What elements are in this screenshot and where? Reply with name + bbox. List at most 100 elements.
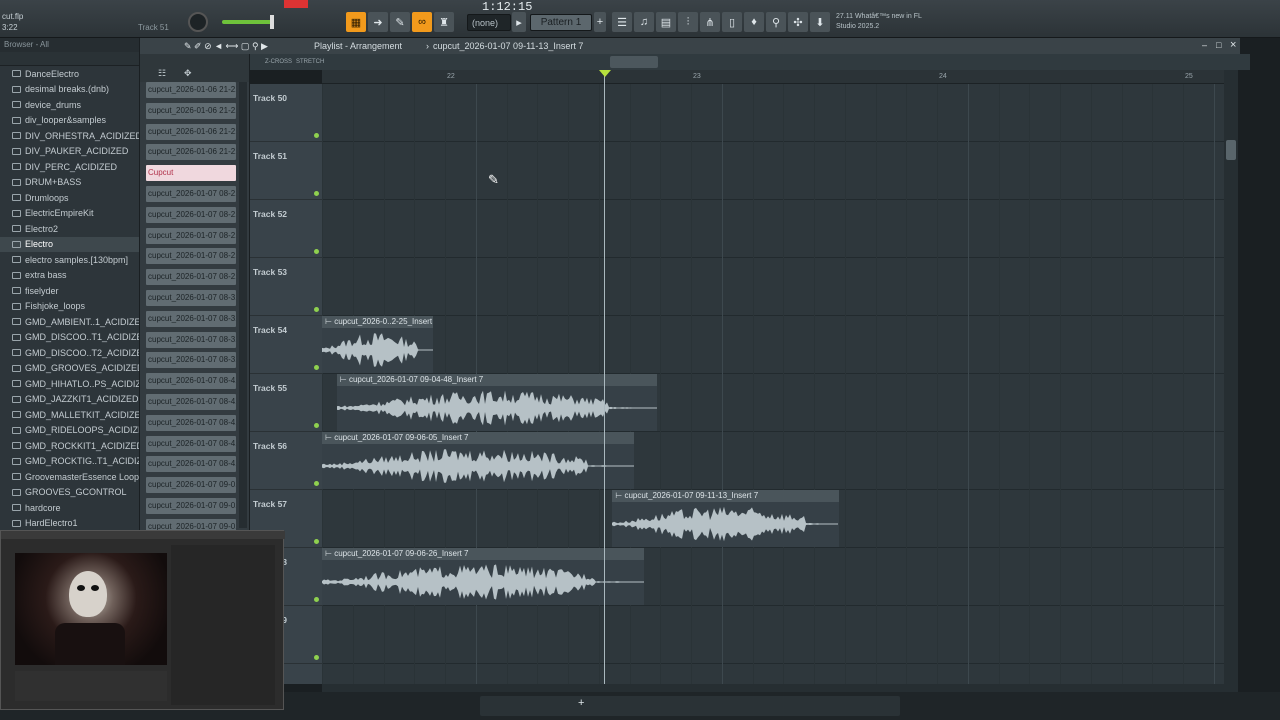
file-icon[interactable]: ▯: [722, 12, 742, 32]
picker-clip[interactable]: cupcut_2026-01-07 08-2..: [146, 227, 236, 244]
picker-clip[interactable]: cupcut_2026-01-06 21-2..: [146, 144, 236, 161]
mic-icon[interactable]: ⚲: [766, 12, 786, 32]
track-led-icon[interactable]: [314, 481, 319, 486]
track-led-icon[interactable]: [314, 597, 319, 602]
mixer-icon[interactable]: ⫶: [678, 12, 698, 32]
browser-folder[interactable]: DanceElectro: [0, 66, 139, 82]
snap-select[interactable]: (none): [467, 14, 511, 31]
browser-folder[interactable]: DIV_PERC_ACIDIZED: [0, 159, 139, 175]
playhead-marker-icon[interactable]: [599, 70, 611, 77]
vertical-scroll-thumb[interactable]: [1226, 140, 1236, 160]
audio-clip[interactable]: ⊢ cupcut_2026-0..2-25_Insert 7: [322, 316, 433, 373]
browser-folder[interactable]: GROOVES_GCONTROL: [0, 485, 139, 501]
picker-clip[interactable]: cupcut_2026-01-07 08-3..: [146, 331, 236, 348]
browser-folder[interactable]: GMD_JAZZKIT1_ACIDIZED: [0, 392, 139, 408]
browser-folder[interactable]: GMD_RIDELOOPS_ACIDIZED: [0, 423, 139, 439]
picker-view-icon[interactable]: ☷: [158, 68, 166, 79]
picker-clip[interactable]: cupcut_2026-01-07 08-3..: [146, 352, 236, 369]
picker-clip[interactable]: cupcut_2026-01-07 09-0..: [146, 477, 236, 494]
stretch-label[interactable]: STRETCH: [296, 59, 324, 65]
maximize-icon[interactable]: □: [1216, 40, 1221, 50]
browser-folder[interactable]: div_looper&samples: [0, 113, 139, 129]
master-pitch-slider[interactable]: [222, 20, 272, 24]
browser-folder[interactable]: GMD_HIHATLO..PS_ACIDIZED: [0, 376, 139, 392]
track-header[interactable]: Track 53: [250, 258, 322, 316]
browser-folder[interactable]: GMD_MALLETKIT_ACIDIZED: [0, 407, 139, 423]
pencil-icon[interactable]: ✎: [390, 12, 410, 32]
track-header[interactable]: Track 50: [250, 84, 322, 142]
bottom-scroll[interactable]: [480, 696, 900, 716]
browser-folder[interactable]: GMD_ROCKTIG..T1_ACIDIZED: [0, 454, 139, 470]
link-icon[interactable]: ∞: [412, 12, 432, 32]
track-lane[interactable]: [322, 200, 1224, 258]
browser-folder[interactable]: DIV_ORHESTRA_ACIDIZED: [0, 128, 139, 144]
browser-folder[interactable]: Drumloops: [0, 190, 139, 206]
channel-rack-icon[interactable]: ▤: [656, 12, 676, 32]
browser-folder[interactable]: ElectricEmpireKit: [0, 206, 139, 222]
snap-icon[interactable]: ▦: [346, 12, 366, 32]
track-lane[interactable]: [322, 606, 1224, 664]
audio-clip[interactable]: ⊢ cupcut_2026-01-07 09-04-48_Insert 7: [336, 374, 657, 431]
audio-clip[interactable]: ⊢ cupcut_2026-01-07 09-11-13_Insert 7: [612, 490, 839, 547]
picker-clip[interactable]: cupcut_2026-01-07 08-2..: [146, 269, 236, 286]
plugin-icon[interactable]: ♦: [744, 12, 764, 32]
track-led-icon[interactable]: [314, 423, 319, 428]
picker-clip[interactable]: cupcut_2026-01-07 08-2..: [146, 186, 236, 202]
browser-folder[interactable]: GMD_DISCOO..T1_ACIDIZED: [0, 330, 139, 346]
browser-folder[interactable]: Electro2: [0, 221, 139, 237]
browser-folder[interactable]: electro samples.[130bpm]: [0, 252, 139, 268]
track-header[interactable]: Track 51: [250, 142, 322, 200]
browser-folder[interactable]: device_drums: [0, 97, 139, 113]
picker-move-icon[interactable]: ✥: [184, 68, 192, 79]
picker-clip[interactable]: cupcut_2026-01-07 08-3..: [146, 310, 236, 327]
track-lane[interactable]: [322, 84, 1224, 142]
news-line-2[interactable]: Studio 2025.2: [836, 23, 879, 30]
time-scrollbar-thumb[interactable]: [610, 56, 658, 68]
pattern-select[interactable]: Pattern 1: [530, 14, 592, 31]
routing-icon[interactable]: ⋔: [700, 12, 720, 32]
browser-folder[interactable]: Fishjoke_loops: [0, 299, 139, 315]
audio-clip[interactable]: ⊢ cupcut_2026-01-07 09-06-05_Insert 7: [322, 432, 635, 489]
track-led-icon[interactable]: [314, 307, 319, 312]
picker-clip[interactable]: cupcut_2026-01-06 21-2..: [146, 102, 236, 119]
picker-clip[interactable]: cupcut_2026-01-07 09-0..: [146, 498, 236, 514]
download-icon[interactable]: ⬇: [810, 12, 830, 32]
connect-icon[interactable]: ✣: [788, 12, 808, 32]
zcross-label[interactable]: Z-CROSS: [265, 59, 292, 65]
picker-scrollbar[interactable]: [239, 82, 247, 528]
browser-folder[interactable]: GMD_ROCKKIT1_ACIDIZED: [0, 438, 139, 454]
picker-clip[interactable]: Cupcut: [146, 165, 236, 182]
track-led-icon[interactable]: [314, 191, 319, 196]
browser-folder[interactable]: GMD_DISCOO..T2_ACIDIZED: [0, 345, 139, 361]
slider-handle[interactable]: [270, 15, 274, 29]
vertical-scrollbar[interactable]: [1224, 70, 1238, 684]
browser-folder[interactable]: DRUM+BASS: [0, 175, 139, 191]
arrow-right-icon[interactable]: ➜: [368, 12, 388, 32]
horizontal-scrollbar[interactable]: [322, 684, 1238, 692]
track-led-icon[interactable]: [314, 655, 319, 660]
audio-clip[interactable]: ⊢ cupcut_2026-01-07 09-06-26_Insert 7: [322, 548, 645, 605]
browser-folder[interactable]: GMD_GROOVES_ACIDIZED: [0, 361, 139, 377]
browser-folder[interactable]: GroovemasterEssence Loops: [0, 469, 139, 485]
arrangement-grid[interactable]: ⊢ cupcut_2026-0..2-25_Insert 7 ⊢ cupcut_2…: [322, 84, 1224, 684]
close-icon[interactable]: ×: [1230, 39, 1236, 51]
browser-folder[interactable]: desimal breaks.(dnb): [0, 82, 139, 98]
picker-clip[interactable]: cupcut_2026-01-07 08-3..: [146, 290, 236, 306]
piano-roll-icon[interactable]: ♫: [634, 12, 654, 32]
track-led-icon[interactable]: [314, 539, 319, 544]
clip-title[interactable]: ⊢ cupcut_2026-01-07 09-06-26_Insert 7: [322, 548, 645, 560]
picker-clip[interactable]: cupcut_2026-01-06 21-2..: [146, 123, 236, 140]
record-button[interactable]: [284, 0, 308, 8]
clip-title[interactable]: ⊢ cupcut_2026-01-07 09-04-48_Insert 7: [336, 374, 657, 386]
picker-clip[interactable]: cupcut_2026-01-07 08-2..: [146, 206, 236, 223]
browser-folder[interactable]: Electro: [0, 236, 139, 252]
picker-clip[interactable]: cupcut_2026-01-06 21-2..: [146, 82, 236, 98]
browser-folder[interactable]: hardcore: [0, 500, 139, 516]
add-pattern-icon[interactable]: +: [594, 12, 606, 32]
picker-clip[interactable]: cupcut_2026-01-07 08-4..: [146, 414, 236, 431]
browser-folder[interactable]: fiselyder: [0, 283, 139, 299]
track-lane[interactable]: [322, 142, 1224, 200]
picker-clip[interactable]: cupcut_2026-01-07 08-4..: [146, 456, 236, 473]
minimize-icon[interactable]: –: [1202, 40, 1207, 50]
tool-icons[interactable]: ✎ ✐ ⊘ ◄ ⟷ ▢ ⚲ ▶: [184, 41, 268, 52]
